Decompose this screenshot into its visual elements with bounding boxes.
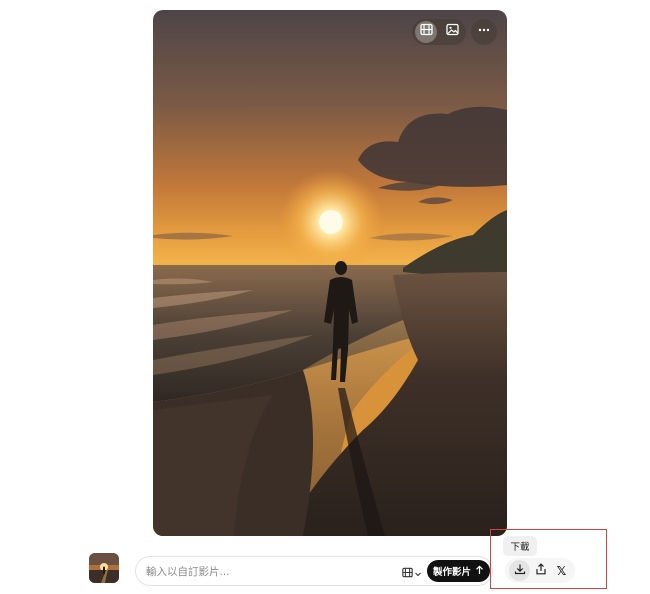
more-horizontal-icon: [477, 23, 491, 42]
make-video-label: 製作影片: [432, 567, 471, 578]
chevron-down-icon: [414, 565, 422, 583]
share-icon: [535, 562, 547, 580]
download-tooltip: 下載: [503, 536, 537, 556]
more-options-button[interactable]: [471, 19, 497, 45]
image-icon: [445, 23, 459, 41]
page: 製作影片 下載 𝕏: [0, 0, 650, 594]
sunset-beach-thumbnail: [89, 553, 119, 583]
sunset-beach-image: [153, 10, 507, 536]
x-logo-icon: 𝕏: [556, 563, 567, 578]
download-button[interactable]: [509, 560, 530, 581]
generated-image[interactable]: [153, 10, 507, 536]
arrow-up-icon: [475, 564, 484, 578]
mode-select[interactable]: [402, 565, 422, 583]
share-button[interactable]: [530, 560, 551, 581]
image-mode-button[interactable]: [441, 21, 463, 43]
film-icon: [419, 23, 433, 41]
x-share-button[interactable]: 𝕏: [551, 560, 572, 581]
prompt-bar: 製作影片: [135, 556, 493, 586]
media-mode-toggle: [412, 19, 466, 45]
source-image-thumbnail[interactable]: [89, 553, 119, 583]
film-icon: [402, 565, 413, 583]
prompt-input[interactable]: [146, 563, 396, 581]
video-mode-button[interactable]: [415, 21, 437, 43]
download-icon: [514, 562, 526, 580]
make-video-button[interactable]: 製作影片: [427, 560, 490, 582]
